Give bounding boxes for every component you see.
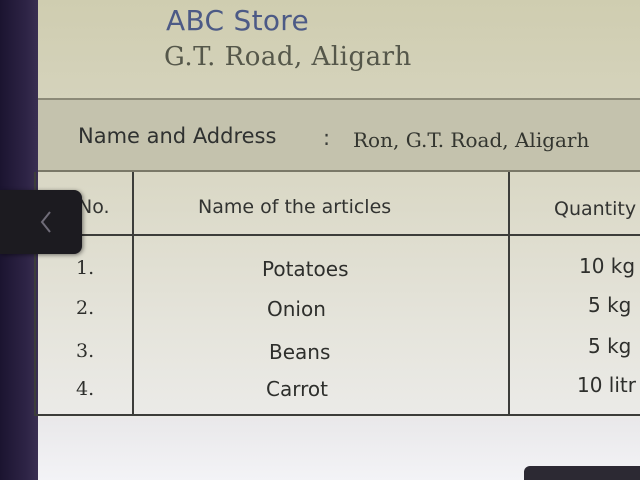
row-no: 2.: [76, 297, 95, 319]
row-no: 4.: [76, 378, 95, 400]
store-name: ABC Store: [166, 4, 310, 37]
store-address: G.T. Road, Aligarh: [164, 42, 412, 72]
row-no: 3.: [76, 340, 95, 362]
screen: ABC Store G.T. Road, Aligarh Name and Ad…: [0, 0, 640, 480]
row-article: Potatoes: [262, 257, 349, 281]
row-quantity: 10 kg: [579, 254, 636, 278]
row-quantity: 5 kg: [588, 334, 632, 358]
bill-document: ABC Store G.T. Road, Aligarh Name and Ad…: [34, 0, 640, 480]
row-article: Carrot: [266, 377, 328, 401]
row-article: Onion: [267, 297, 326, 321]
chevron-left-icon: [40, 211, 51, 233]
header-quantity: Quantity: [554, 198, 637, 220]
row-article: Beans: [269, 340, 331, 364]
header-article: Name of the articles: [198, 196, 392, 218]
column-divider: [132, 172, 134, 416]
bottom-toolbar[interactable]: [524, 466, 640, 480]
customer-label: Name and Address: [78, 124, 277, 148]
header-no: No.: [78, 196, 110, 218]
back-button[interactable]: [0, 190, 82, 254]
column-divider: [508, 172, 510, 416]
header-divider: [38, 234, 640, 236]
customer-separator: :: [323, 126, 331, 150]
row-quantity: 10 litr: [577, 373, 636, 397]
row-no: 1.: [76, 257, 95, 279]
row-quantity: 5 kg: [588, 293, 632, 317]
customer-value: Ron, G.T. Road, Aligarh: [353, 128, 590, 152]
